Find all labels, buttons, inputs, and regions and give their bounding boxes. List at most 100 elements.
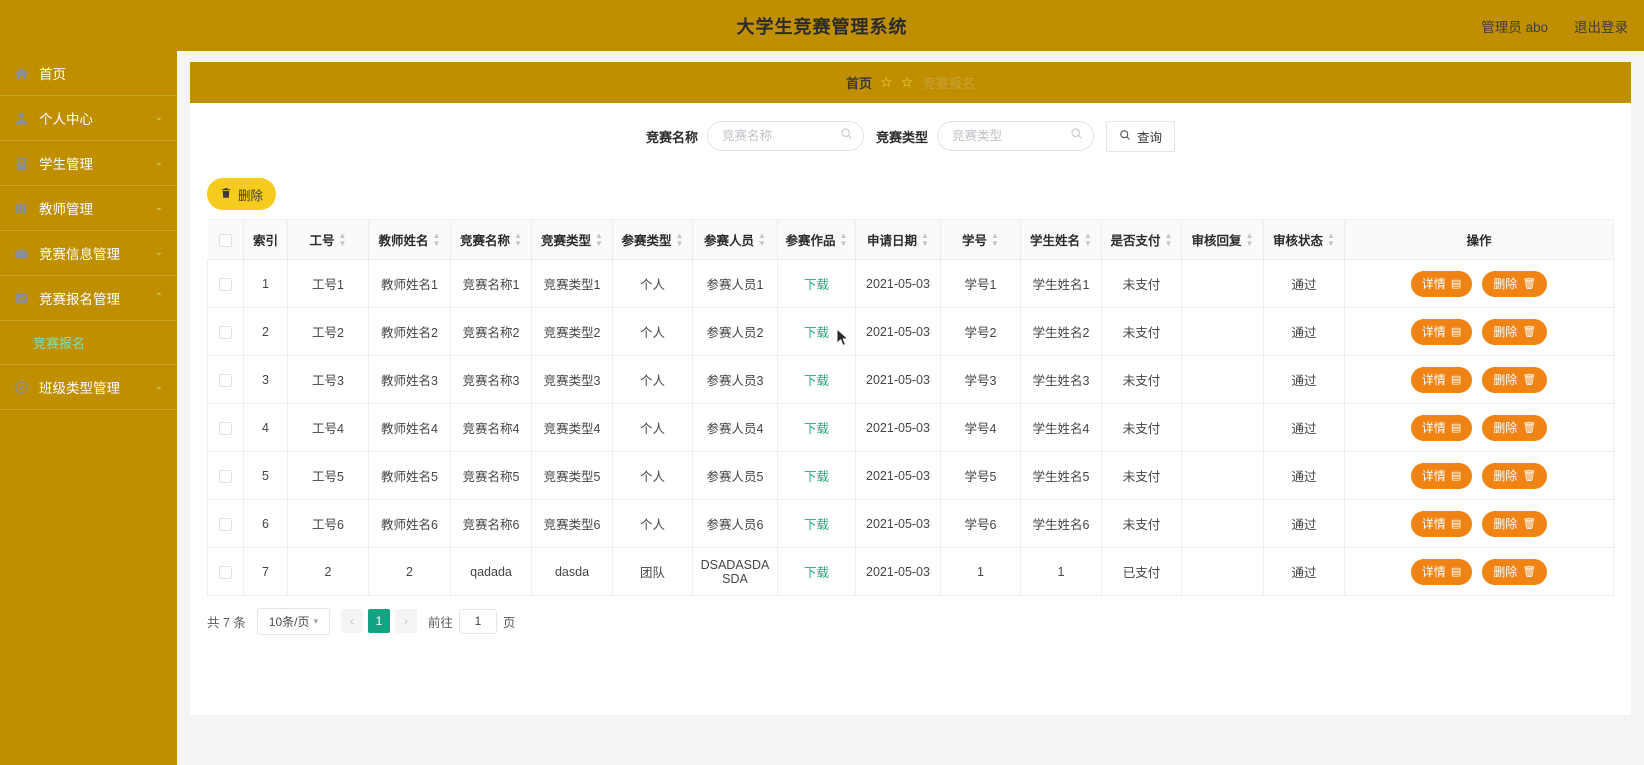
column-header-student_name[interactable]: 学生姓名 ▲ ▼ xyxy=(1020,219,1102,260)
top-header-bar: 大学生竞赛管理系统 管理员 abo 退出登录 xyxy=(0,0,1644,51)
download-link[interactable]: 下载 xyxy=(804,326,829,340)
sidebar-item-home[interactable]: 首页 xyxy=(0,51,177,96)
select-all-checkbox[interactable] xyxy=(218,233,232,247)
row-delete-button[interactable]: 删除 🗑 xyxy=(1482,462,1548,489)
column-header-student_no[interactable]: 学号 ▲ ▼ xyxy=(940,219,1021,260)
detail-label: 详情 xyxy=(1421,469,1446,483)
sort-icon[interactable]: ▲ ▼ xyxy=(1165,232,1173,248)
prev-page-button[interactable]: ‹ xyxy=(340,609,363,633)
sidebar-item-contest-info-management[interactable]: 竞赛信息管理 ⌄ xyxy=(0,231,177,276)
cell-teacher_name: 教师姓名1 xyxy=(368,259,451,308)
detail-label: 详情 xyxy=(1421,277,1446,291)
column-header-teacher_name[interactable]: 教师姓名 ▲ ▼ xyxy=(368,219,451,260)
row-delete-button[interactable]: 删除 🗑 xyxy=(1482,366,1548,393)
column-header-reply[interactable]: 审核回复 ▲ ▼ xyxy=(1181,219,1264,260)
row-delete-button[interactable]: 删除 🗑 xyxy=(1482,558,1548,585)
sort-icon[interactable]: ▲ ▼ xyxy=(1246,232,1254,248)
row-select-checkbox[interactable] xyxy=(219,277,232,291)
row-delete-button[interactable]: 删除 🗑 xyxy=(1482,510,1548,537)
row-select-checkbox[interactable] xyxy=(219,517,232,531)
sort-icon[interactable]: ▲ ▼ xyxy=(339,232,347,248)
detail-button[interactable]: 详情 ▤ xyxy=(1410,414,1473,441)
cell-contest_type: 竞赛类型2 xyxy=(531,307,613,356)
sidebar-subitem-contest-registration[interactable]: 竞赛报名 xyxy=(0,321,177,365)
logout-button[interactable]: 退出登录 xyxy=(1574,16,1628,36)
page-jump-label: 前往 xyxy=(427,615,453,630)
document-icon: ▤ xyxy=(1450,278,1462,290)
row-delete-button[interactable]: 删除 🗑 xyxy=(1482,318,1548,345)
cell-paid: 未支付 xyxy=(1101,403,1182,452)
sidebar-item-personal-center[interactable]: 个人中心 ⌄ xyxy=(0,96,177,141)
row-delete-button[interactable]: 删除 🗑 xyxy=(1482,414,1548,441)
download-link[interactable]: 下载 xyxy=(804,374,829,388)
cell-status: 通过 xyxy=(1263,499,1345,548)
row-select-checkbox[interactable] xyxy=(219,565,232,579)
cell-index: 5 xyxy=(243,451,288,500)
contest-name-input[interactable] xyxy=(722,129,835,143)
column-header-work[interactable]: 参赛作品 ▲ ▼ xyxy=(777,219,856,260)
page-size-select[interactable]: 10条/页 ▾ xyxy=(256,607,330,635)
column-header-ops: 操作 xyxy=(1344,219,1614,260)
sidebar-item-teacher-management[interactable]: 教师管理 ⌄ xyxy=(0,186,177,231)
sort-icon[interactable]: ▲ ▼ xyxy=(1327,232,1335,248)
row-delete-button[interactable]: 删除 🗑 xyxy=(1482,270,1548,297)
contest-name-label: 竞赛名称 xyxy=(645,129,698,145)
sort-icon[interactable]: ▲ ▼ xyxy=(1084,232,1092,248)
cell-apply_date: 2021-05-03 xyxy=(855,307,941,356)
download-link[interactable]: 下载 xyxy=(804,566,829,580)
sort-icon[interactable]: ▲ ▼ xyxy=(595,232,603,248)
sort-icon[interactable]: ▲ ▼ xyxy=(514,232,522,248)
detail-button[interactable]: 详情 ▤ xyxy=(1410,558,1473,585)
download-link[interactable]: 下载 xyxy=(804,278,829,292)
app-root: 大学生竞赛管理系统 管理员 abo 退出登录 首页 个人中心 ⌄ 学生管理 ⌄ … xyxy=(0,0,1644,765)
column-header-label: 索引 xyxy=(252,234,278,248)
book-icon xyxy=(14,201,29,216)
cell-index: 1 xyxy=(243,259,288,308)
sort-icon[interactable]: ▲ ▼ xyxy=(991,232,999,248)
cell-ops: 详情 ▤ 删除 🗑 xyxy=(1344,259,1614,308)
breadcrumb-home[interactable]: 首页 xyxy=(846,73,872,92)
contest-type-search-box[interactable] xyxy=(937,121,1095,151)
row-actions: 详情 ▤ 删除 🗑 xyxy=(1349,318,1609,345)
main-content-area: 首页 ☆ ☆ 竞赛报名 竞赛名称 竞赛类型 xyxy=(177,51,1644,765)
sort-icon[interactable]: ▲ ▼ xyxy=(840,232,848,248)
column-header-contest_name[interactable]: 竞赛名称 ▲ ▼ xyxy=(450,219,532,260)
detail-button[interactable]: 详情 ▤ xyxy=(1410,318,1473,345)
table-row: 3 工号3 教师姓名3 竞赛名称3 竞赛类型3 个人 参赛人员3 下载 2021-05-03 学号… xyxy=(207,355,1614,404)
page-number-1[interactable]: 1 xyxy=(367,609,390,633)
row-select-checkbox[interactable] xyxy=(219,421,232,435)
detail-button[interactable]: 详情 ▤ xyxy=(1410,270,1473,297)
sort-icon[interactable]: ▲ ▼ xyxy=(921,232,929,248)
chevron-down-icon: ⌄ xyxy=(154,247,163,258)
column-header-contest_type[interactable]: 竞赛类型 ▲ ▼ xyxy=(531,219,613,260)
sort-icon[interactable]: ▲ ▼ xyxy=(433,232,441,248)
column-header-member[interactable]: 参赛人员 ▲ ▼ xyxy=(692,219,778,260)
table-row: 7 2 2 qadada dasda 团队 DSADASDASDA 下载 2021-05-03 1… xyxy=(207,547,1614,596)
column-header-join_type[interactable]: 参赛类型 ▲ ▼ xyxy=(612,219,693,260)
download-link[interactable]: 下载 xyxy=(804,422,829,436)
cell-apply_date: 2021-05-03 xyxy=(855,547,941,596)
sort-icon[interactable]: ▲ ▼ xyxy=(676,232,684,248)
bulk-delete-button[interactable]: 删除 xyxy=(207,178,276,210)
column-header-apply_date[interactable]: 申请日期 ▲ ▼ xyxy=(855,219,941,260)
column-header-teacher_no[interactable]: 工号 ▲ ▼ xyxy=(287,219,369,260)
download-link[interactable]: 下载 xyxy=(804,470,829,484)
row-select-checkbox[interactable] xyxy=(219,325,232,339)
sort-icon[interactable]: ▲ ▼ xyxy=(758,232,766,248)
download-link[interactable]: 下载 xyxy=(804,518,829,532)
column-header-paid[interactable]: 是否支付 ▲ ▼ xyxy=(1101,219,1182,260)
detail-button[interactable]: 详情 ▤ xyxy=(1410,462,1473,489)
page-jump-input[interactable] xyxy=(458,608,497,634)
row-select-checkbox[interactable] xyxy=(219,469,232,483)
detail-button[interactable]: 详情 ▤ xyxy=(1410,510,1473,537)
column-header-status[interactable]: 审核状态 ▲ ▼ xyxy=(1263,219,1345,260)
detail-button[interactable]: 详情 ▤ xyxy=(1410,366,1473,393)
contest-name-search-box[interactable] xyxy=(707,121,864,151)
next-page-button[interactable]: › xyxy=(394,609,417,633)
query-button[interactable]: 查询 xyxy=(1106,120,1176,152)
contest-type-input[interactable] xyxy=(952,129,1066,143)
sidebar-item-student-management[interactable]: 学生管理 ⌄ xyxy=(0,141,177,186)
sidebar-item-class-type-management[interactable]: 班级类型管理 ⌄ xyxy=(0,365,177,410)
row-select-checkbox[interactable] xyxy=(219,373,232,387)
sidebar-item-contest-registration-management[interactable]: 竞赛报名管理 ⌃ xyxy=(0,276,177,321)
